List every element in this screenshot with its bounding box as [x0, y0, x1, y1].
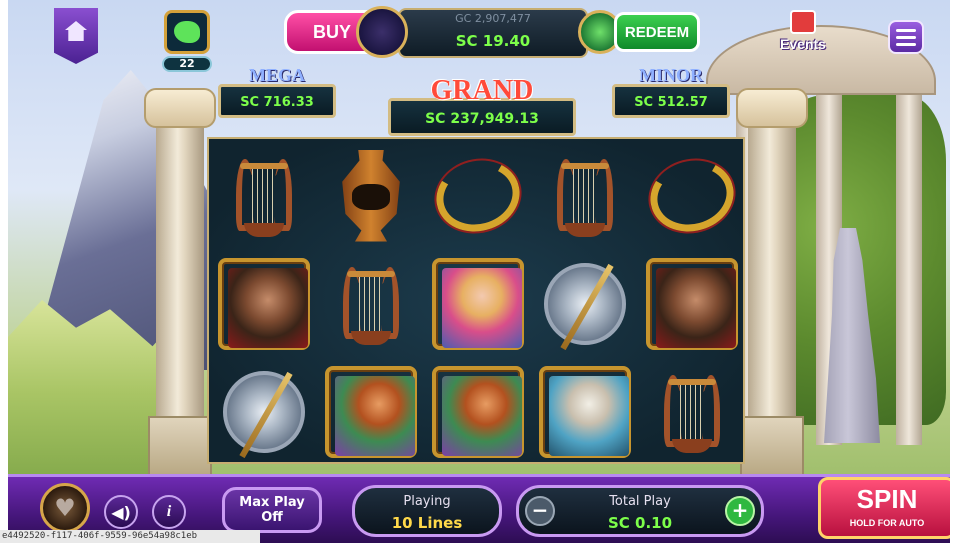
reel-symbol-archer: [317, 357, 425, 466]
grand-jackpot: GRAND SC 237,949.13: [388, 75, 576, 136]
reel-symbol-lyre: [531, 141, 639, 250]
hades-icon: [646, 257, 738, 350]
lyre-icon: [234, 153, 294, 239]
spin-sublabel: HOLD FOR AUTO: [849, 518, 925, 528]
max-play-state: Off: [261, 510, 283, 525]
lyre-icon: [555, 153, 615, 239]
grand-value: SC 237,949.13: [425, 111, 539, 127]
reel-grid[interactable]: [207, 137, 745, 464]
wreath-icon: [642, 150, 742, 241]
reel-symbol-vase: [317, 141, 425, 250]
shield-icon: [223, 370, 305, 453]
events-label: Events: [780, 36, 826, 52]
max-play-toggle[interactable]: Max Play Off: [222, 487, 322, 533]
max-play-label: Max Play: [239, 495, 305, 510]
reel-symbol-archer: [424, 357, 532, 466]
mega-title: MEGA: [249, 65, 305, 85]
events-calendar-icon: [790, 10, 816, 34]
left-column: [144, 88, 216, 476]
increase-bet-button[interactable]: +: [725, 496, 755, 526]
wreath-icon: [428, 150, 528, 241]
left-edge: [0, 0, 8, 543]
right-column: [736, 88, 808, 476]
mega-value: SC 716.33: [240, 95, 314, 110]
menu-button[interactable]: [888, 20, 924, 54]
coin-icon: [356, 6, 408, 58]
total-play-value: SC 0.10: [607, 514, 673, 532]
reel-symbol-shield: [531, 249, 639, 358]
grand-title: GRAND: [430, 75, 534, 106]
lyre-icon: [662, 369, 722, 455]
spin-label: SPIN: [856, 484, 918, 514]
lyre-icon: [341, 261, 401, 347]
info-icon: i: [166, 503, 172, 520]
balance-panel[interactable]: GC 2,907,477 SC 19.40: [398, 8, 588, 58]
reel-symbol-zeus: [531, 357, 639, 466]
playing-label: Playing: [403, 494, 451, 509]
hades-icon: [218, 257, 310, 350]
favorite-button[interactable]: ♥: [40, 483, 90, 533]
home-button[interactable]: [54, 8, 98, 64]
playing-value: 10 Lines: [391, 514, 463, 532]
reel-symbol-lyre: [317, 249, 425, 358]
redeem-button[interactable]: REDEEM: [614, 12, 700, 52]
reel-symbol-wreath: [638, 141, 746, 250]
reel-symbol-hades: [638, 249, 746, 358]
menu-icon: [896, 28, 916, 32]
lines-display: Playing 10 Lines: [352, 485, 502, 537]
minor-value: SC 512.57: [634, 95, 708, 110]
reel-symbol-lyre: [638, 357, 746, 466]
level-badge: 22: [162, 56, 212, 72]
spin-button[interactable]: SPIN HOLD FOR AUTO: [818, 477, 956, 539]
mega-jackpot: MEGA SC 716.33: [218, 65, 336, 118]
home-icon: [65, 21, 87, 41]
reel-symbol-lyre: [210, 141, 318, 250]
heart-icon: ♥: [54, 494, 76, 522]
minor-jackpot: MINOR SC 512.57: [612, 65, 730, 118]
reel-symbol-shield: [210, 357, 318, 466]
vase-icon: [342, 149, 400, 242]
info-button[interactable]: i: [152, 495, 186, 529]
events-button[interactable]: Events: [770, 10, 836, 58]
archer-icon: [432, 365, 524, 458]
archer-icon: [325, 365, 417, 458]
minor-title: MINOR: [639, 65, 703, 85]
reel-symbol-wreath: [424, 141, 532, 250]
shield-icon: [544, 262, 626, 345]
reel-symbol-aphrodite: [424, 249, 532, 358]
gc-balance: GC 2,907,477: [455, 12, 531, 25]
avatar[interactable]: [164, 10, 210, 54]
top-currency-bar: BUY GC 2,907,477 SC 19.40 REDEEM: [278, 6, 706, 62]
sound-button[interactable]: ◀): [104, 495, 138, 529]
right-edge: [950, 0, 956, 543]
total-play-panel: − Total Play SC 0.10 +: [516, 485, 764, 537]
duck-avatar-icon: [174, 21, 200, 43]
sc-balance: SC 19.40: [455, 32, 531, 50]
slot-game-screen: 22 BUY GC 2,907,477 SC 19.40 REDEEM Even…: [0, 0, 956, 543]
aphrodite-icon: [432, 257, 524, 350]
session-id-text: e4492520-f117-406f-9559-96e54a98c1eb: [0, 530, 260, 543]
zeus-icon: [539, 365, 631, 458]
reel-symbol-hades: [210, 249, 318, 358]
sound-icon: ◀): [111, 502, 131, 522]
